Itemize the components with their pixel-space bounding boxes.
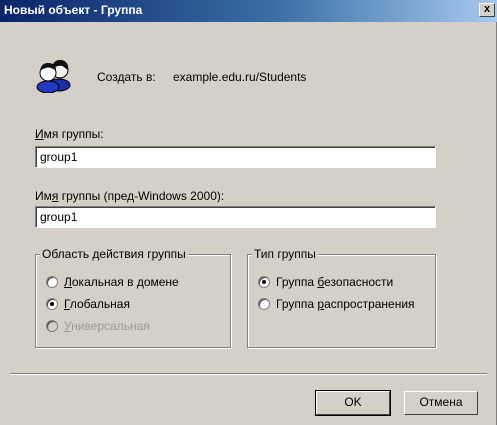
scope-domain-local-label: Локальная в домене	[64, 275, 179, 289]
container-path: example.edu.ru/Students	[173, 70, 307, 84]
type-distribution-radio[interactable]	[258, 298, 270, 310]
scope-domain-local-radio[interactable]	[46, 276, 58, 288]
label-part: ниверсальная	[71, 319, 150, 333]
window-title: Новый объект - Группа	[4, 3, 143, 17]
scope-global-label: Глобальная	[64, 297, 130, 311]
scope-option-domain-local[interactable]: Локальная в домене	[46, 274, 179, 290]
group-scope-legend: Область действия группы	[40, 247, 188, 261]
ok-button[interactable]: OK	[315, 390, 391, 416]
type-security-radio[interactable]	[258, 276, 270, 288]
label-part: езопасности	[324, 275, 394, 289]
dialog-window: Новый объект - Группа x Создать в: examp…	[0, 0, 497, 425]
scope-global-radio[interactable]	[46, 298, 58, 310]
type-option-distribution[interactable]: Группа распространения	[258, 296, 415, 312]
create-in-label: Создать в:	[97, 70, 156, 84]
cancel-button[interactable]: Отмена	[404, 391, 478, 415]
label-part: аспространения	[324, 297, 415, 311]
group-name-legacy-input[interactable]	[35, 206, 436, 228]
label-part: окальная в домене	[71, 275, 179, 289]
group-name-legacy-label: Имя группы (пред-Windows 2000):	[35, 189, 224, 203]
scope-universal-radio	[46, 320, 58, 332]
type-distribution-label: Группа распространения	[276, 297, 415, 311]
type-security-label: Группа безопасности	[276, 275, 393, 289]
button-separator	[10, 373, 487, 375]
group-type-legend: Тип группы	[252, 247, 318, 261]
group-name-label: Имя группы:	[35, 127, 104, 141]
scope-universal-label: Универсальная	[64, 319, 150, 333]
group-users-icon	[36, 59, 71, 93]
type-option-security[interactable]: Группа безопасности	[258, 274, 393, 290]
label-part: Группа	[276, 297, 318, 311]
label-part: лобальная	[69, 297, 130, 311]
label-part: мя группы:	[43, 127, 104, 141]
label-part: Им	[35, 189, 52, 203]
scope-option-global[interactable]: Глобальная	[46, 296, 130, 312]
label-part: группы (пред-Windows 2000):	[58, 189, 225, 203]
label-accelerator: Л	[64, 275, 72, 289]
label-part: Группа	[276, 275, 318, 289]
label-accelerator: И	[35, 127, 44, 141]
scope-option-universal: Универсальная	[46, 318, 150, 334]
group-name-input[interactable]	[35, 146, 436, 168]
title-bar[interactable]: Новый объект - Группа x	[0, 0, 497, 22]
group-type-box: Тип группы Группа безопасности Группа ра…	[247, 247, 436, 348]
group-scope-box: Область действия группы Локальная в доме…	[35, 247, 231, 348]
close-button[interactable]: x	[479, 3, 495, 17]
